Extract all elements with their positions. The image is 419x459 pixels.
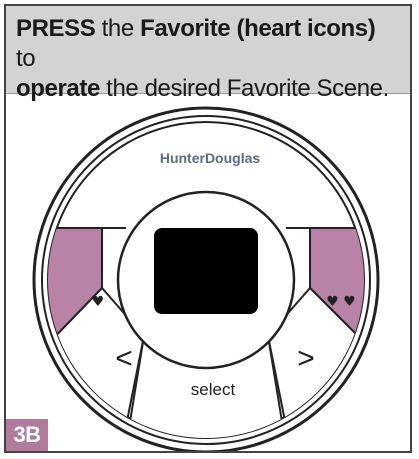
double-heart-icon: ♥ ♥ <box>326 294 356 310</box>
heart-icon: ♥ <box>92 294 105 310</box>
right-arrow-icon: > <box>297 342 315 375</box>
left-arrow-icon: < <box>115 342 133 375</box>
brand-logo: HunterDouglas <box>160 150 261 166</box>
step-badge: 3B <box>6 419 48 451</box>
select-label: select <box>191 380 236 399</box>
remote-diagram: HunterDouglas ♥ ♥ ♥ < > select <box>32 106 380 451</box>
instruction-panel: PRESS the Favorite (heart icons) to opera… <box>4 4 412 453</box>
display-screen <box>154 228 258 314</box>
